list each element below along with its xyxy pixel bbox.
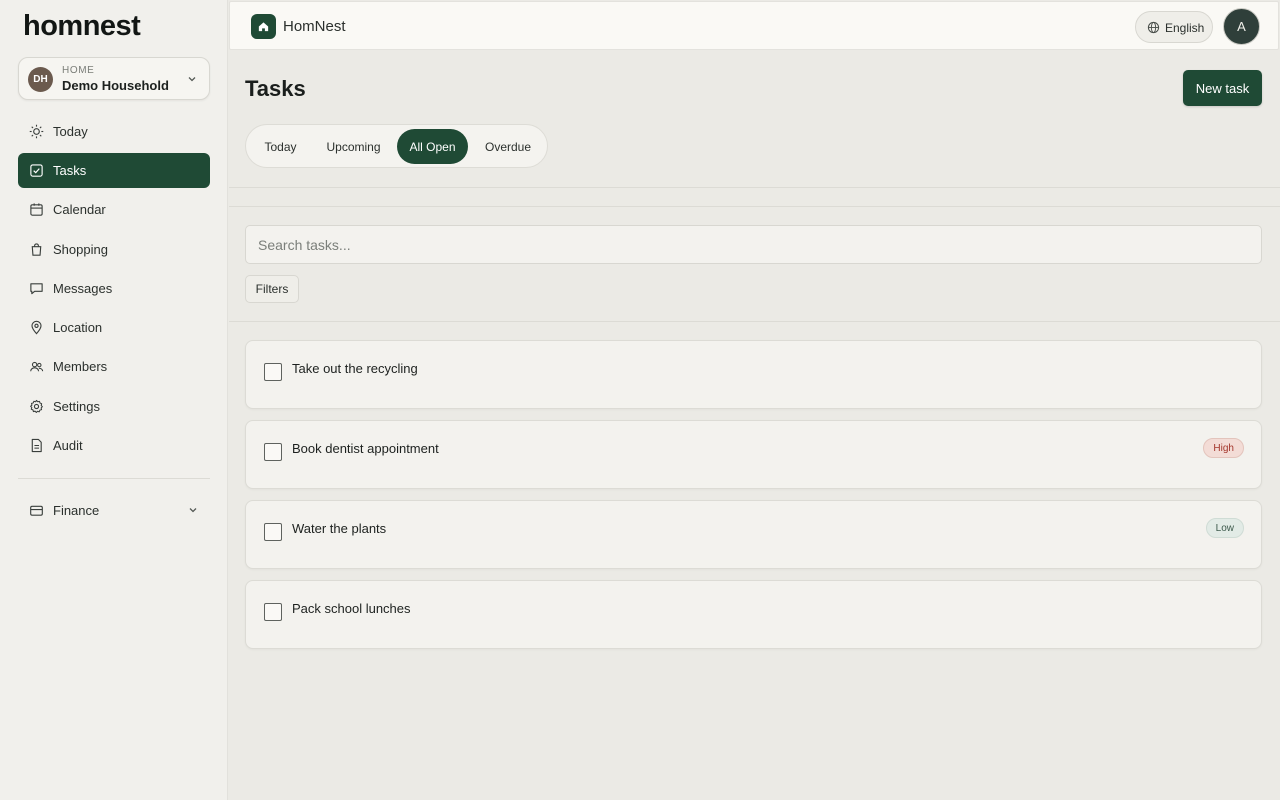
sidebar-item-today[interactable]: Today — [18, 114, 210, 149]
household-switcher[interactable]: DH HOME Demo Household — [18, 57, 210, 100]
sidebar: homnest DH HOME Demo Household Today Tas… — [0, 0, 228, 800]
gear-icon — [30, 399, 43, 414]
filters-button[interactable]: Filters — [245, 275, 299, 303]
task-title: Take out the recycling — [292, 361, 418, 376]
users-icon — [30, 361, 44, 372]
brand-logo: homnest — [23, 10, 141, 42]
priority-badge: High — [1203, 438, 1244, 458]
wallet-icon — [30, 505, 43, 516]
sidebar-item-tasks[interactable]: Tasks — [18, 153, 210, 188]
task-row[interactable]: Book dentist appointment High — [245, 420, 1262, 489]
divider — [229, 187, 1280, 188]
task-title: Water the plants — [292, 521, 387, 536]
search-input[interactable] — [245, 225, 1262, 264]
tab-today[interactable]: Today — [250, 129, 311, 164]
sidebar-item-label: Today — [53, 124, 88, 139]
sidebar-item-settings[interactable]: Settings — [18, 389, 210, 424]
task-row[interactable]: Water the plants Low — [245, 500, 1262, 569]
checkbox-icon — [30, 164, 43, 177]
sidebar-item-shopping[interactable]: Shopping — [18, 232, 210, 267]
divider — [229, 206, 1280, 207]
sidebar-item-label: Tasks — [53, 163, 87, 178]
chevron-down-icon — [189, 508, 197, 513]
priority-badge: Low — [1205, 518, 1244, 538]
user-avatar[interactable]: A — [1223, 8, 1260, 45]
sidebar-item-location[interactable]: Location — [18, 310, 210, 345]
document-icon — [31, 438, 42, 453]
home-icon[interactable] — [251, 14, 276, 39]
page-title: Tasks — [245, 76, 306, 101]
sidebar-item-audit[interactable]: Audit — [18, 428, 210, 463]
household-avatar: DH — [28, 67, 53, 92]
map-pin-icon — [31, 320, 42, 335]
divider — [229, 321, 1280, 322]
task-checkbox[interactable] — [264, 443, 282, 461]
sidebar-item-label: Settings — [53, 399, 100, 414]
tab-all-open[interactable]: All Open — [397, 129, 468, 164]
sidebar-item-label: Messages — [53, 281, 113, 296]
shopping-bag-icon — [31, 243, 42, 256]
task-title: Book dentist appointment — [292, 441, 439, 456]
sidebar-item-calendar[interactable]: Calendar — [18, 192, 210, 227]
message-icon — [30, 283, 43, 295]
tab-overdue[interactable]: Overdue — [472, 129, 544, 164]
sidebar-item-label: Calendar — [53, 202, 106, 217]
app-name: HomNest — [283, 18, 346, 35]
sidebar-item-members[interactable]: Members — [18, 349, 210, 384]
language-label: English — [1165, 21, 1205, 35]
household-name: Demo Household — [62, 78, 169, 93]
task-row[interactable]: Take out the recycling — [245, 340, 1262, 409]
sun-icon — [29, 124, 44, 139]
task-tabs: Today Upcoming All Open Overdue — [245, 124, 548, 168]
globe-icon — [1147, 21, 1160, 34]
task-row[interactable]: Pack school lunches — [245, 580, 1262, 649]
sidebar-divider — [18, 478, 210, 479]
sidebar-item-label: Finance — [53, 503, 100, 518]
task-checkbox[interactable] — [264, 523, 282, 541]
chevron-down-icon — [188, 77, 196, 82]
task-checkbox[interactable] — [264, 363, 282, 381]
sidebar-item-messages[interactable]: Messages — [18, 271, 210, 306]
sidebar-item-finance[interactable]: Finance — [18, 493, 210, 528]
calendar-icon — [30, 203, 43, 216]
task-checkbox[interactable] — [264, 603, 282, 621]
top-bar: HomNest English A — [229, 1, 1279, 50]
tab-upcoming[interactable]: Upcoming — [314, 129, 393, 164]
household-kicker: HOME — [62, 65, 95, 76]
sidebar-item-label: Shopping — [53, 242, 108, 257]
sidebar-item-label: Audit — [53, 438, 83, 453]
task-title: Pack school lunches — [292, 601, 411, 616]
sidebar-item-label: Members — [53, 359, 108, 374]
language-button[interactable]: English — [1135, 11, 1213, 43]
new-task-button[interactable]: New task — [1183, 70, 1262, 106]
sidebar-item-label: Location — [53, 320, 103, 335]
